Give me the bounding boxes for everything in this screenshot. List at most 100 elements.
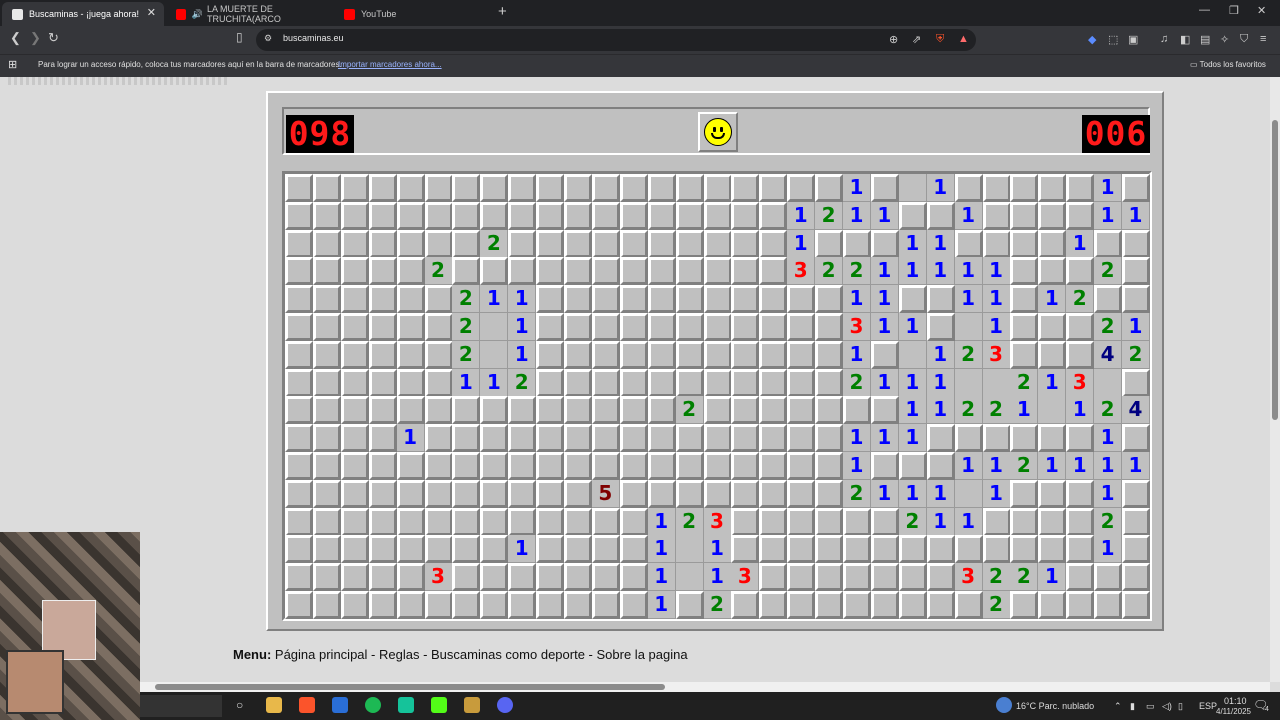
number-cell[interactable]: 1 <box>1038 452 1067 480</box>
number-cell[interactable]: 1 <box>898 368 927 397</box>
unrevealed-cell[interactable] <box>1038 507 1067 536</box>
unrevealed-cell[interactable] <box>591 535 620 564</box>
unrevealed-cell[interactable] <box>647 174 676 202</box>
unrevealed-cell[interactable] <box>368 257 397 286</box>
close-window-icon[interactable]: ✕ <box>1257 4 1266 17</box>
unrevealed-cell[interactable] <box>424 507 453 536</box>
unrevealed-cell[interactable] <box>843 563 871 592</box>
unrevealed-cell[interactable] <box>647 257 676 286</box>
unrevealed-cell[interactable] <box>1122 368 1150 397</box>
unrevealed-cell[interactable] <box>396 535 425 564</box>
number-cell[interactable]: 1 <box>954 507 983 536</box>
unrevealed-cell[interactable] <box>368 285 397 314</box>
bookmark-icon[interactable]: ▯ <box>236 30 243 44</box>
weather-text[interactable]: 16°C Parc. nublado <box>1016 701 1094 711</box>
unrevealed-cell[interactable] <box>508 591 537 619</box>
empty-cell[interactable] <box>675 535 704 564</box>
number-cell[interactable]: 1 <box>1122 313 1150 341</box>
unrevealed-cell[interactable] <box>536 452 565 480</box>
unrevealed-cell[interactable] <box>396 368 425 397</box>
unrevealed-cell[interactable] <box>1066 313 1095 341</box>
unrevealed-cell[interactable] <box>787 507 816 536</box>
unrevealed-cell[interactable] <box>647 396 676 425</box>
unrevealed-cell[interactable] <box>285 535 313 564</box>
unrevealed-cell[interactable] <box>898 591 927 619</box>
unrevealed-cell[interactable] <box>591 257 620 286</box>
unrevealed-cell[interactable] <box>1094 563 1123 592</box>
unrevealed-cell[interactable] <box>787 368 816 397</box>
unrevealed-cell[interactable] <box>340 340 369 369</box>
unrevealed-cell[interactable] <box>703 201 732 230</box>
unrevealed-cell[interactable] <box>759 452 788 480</box>
unrevealed-cell[interactable] <box>759 368 788 397</box>
unrevealed-cell[interactable] <box>815 452 844 480</box>
unrevealed-cell[interactable] <box>536 479 565 508</box>
unrevealed-cell[interactable] <box>843 507 871 536</box>
unrevealed-cell[interactable] <box>1038 229 1067 258</box>
unrevealed-cell[interactable] <box>312 313 341 341</box>
unrevealed-cell[interactable] <box>815 174 844 202</box>
unrevealed-cell[interactable] <box>731 229 760 258</box>
unrevealed-cell[interactable] <box>954 174 983 202</box>
unrevealed-cell[interactable] <box>675 285 704 314</box>
unrevealed-cell[interactable] <box>731 257 760 286</box>
unrevealed-cell[interactable] <box>591 396 620 425</box>
unrevealed-cell[interactable] <box>368 368 397 397</box>
unrevealed-cell[interactable] <box>564 285 592 314</box>
unrevealed-cell[interactable] <box>703 368 732 397</box>
unrevealed-cell[interactable] <box>870 396 899 425</box>
unrevealed-cell[interactable] <box>1066 174 1095 202</box>
unrevealed-cell[interactable] <box>564 479 592 508</box>
unrevealed-cell[interactable] <box>1038 591 1067 619</box>
unrevealed-cell[interactable] <box>452 591 481 619</box>
number-cell[interactable]: 1 <box>1094 535 1123 564</box>
number-cell[interactable]: 3 <box>731 563 760 592</box>
unrevealed-cell[interactable] <box>1122 285 1150 314</box>
unrevealed-cell[interactable] <box>340 257 369 286</box>
menu-home-link[interactable]: Página principal <box>275 647 368 662</box>
unrevealed-cell[interactable] <box>647 313 676 341</box>
unrevealed-cell[interactable] <box>340 424 369 453</box>
unrevealed-cell[interactable] <box>508 479 537 508</box>
number-cell[interactable]: 2 <box>982 563 1011 592</box>
unrevealed-cell[interactable] <box>564 396 592 425</box>
number-cell[interactable]: 2 <box>1094 396 1123 425</box>
close-tab-icon[interactable]: ✕ <box>147 6 156 19</box>
number-cell[interactable]: 1 <box>870 368 899 397</box>
unrevealed-cell[interactable] <box>1010 591 1039 619</box>
unrevealed-cell[interactable] <box>675 452 704 480</box>
unrevealed-cell[interactable] <box>452 563 481 592</box>
number-cell[interactable]: 1 <box>843 424 871 453</box>
unrevealed-cell[interactable] <box>1038 479 1067 508</box>
unrevealed-cell[interactable] <box>340 285 369 314</box>
unrevealed-cell[interactable] <box>787 396 816 425</box>
number-cell[interactable]: 2 <box>508 368 537 397</box>
unrevealed-cell[interactable] <box>1010 257 1039 286</box>
unrevealed-cell[interactable] <box>340 201 369 230</box>
unrevealed-cell[interactable] <box>759 479 788 508</box>
unrevealed-cell[interactable] <box>1094 285 1123 314</box>
unrevealed-cell[interactable] <box>703 257 732 286</box>
unrevealed-cell[interactable] <box>759 174 788 202</box>
number-cell[interactable]: 1 <box>1094 201 1123 230</box>
empty-cell[interactable] <box>480 313 509 341</box>
unrevealed-cell[interactable] <box>1010 229 1039 258</box>
unrevealed-cell[interactable] <box>619 507 648 536</box>
apps-icon[interactable]: ⊞ <box>8 58 17 71</box>
number-cell[interactable]: 1 <box>926 174 955 202</box>
unrevealed-cell[interactable] <box>591 424 620 453</box>
unrevealed-cell[interactable] <box>536 535 565 564</box>
unrevealed-cell[interactable] <box>1066 340 1095 369</box>
number-cell[interactable]: 1 <box>703 535 732 564</box>
unrevealed-cell[interactable] <box>815 368 844 397</box>
number-cell[interactable]: 1 <box>982 313 1011 341</box>
discord-icon[interactable] <box>497 697 513 713</box>
browser2-icon[interactable] <box>332 697 348 713</box>
unrevealed-cell[interactable] <box>647 201 676 230</box>
unrevealed-cell[interactable] <box>982 201 1011 230</box>
unrevealed-cell[interactable] <box>536 201 565 230</box>
unrevealed-cell[interactable] <box>285 452 313 480</box>
forward-icon[interactable]: ❯ <box>30 30 41 46</box>
unrevealed-cell[interactable] <box>1010 340 1039 369</box>
unrevealed-cell[interactable] <box>396 285 425 314</box>
